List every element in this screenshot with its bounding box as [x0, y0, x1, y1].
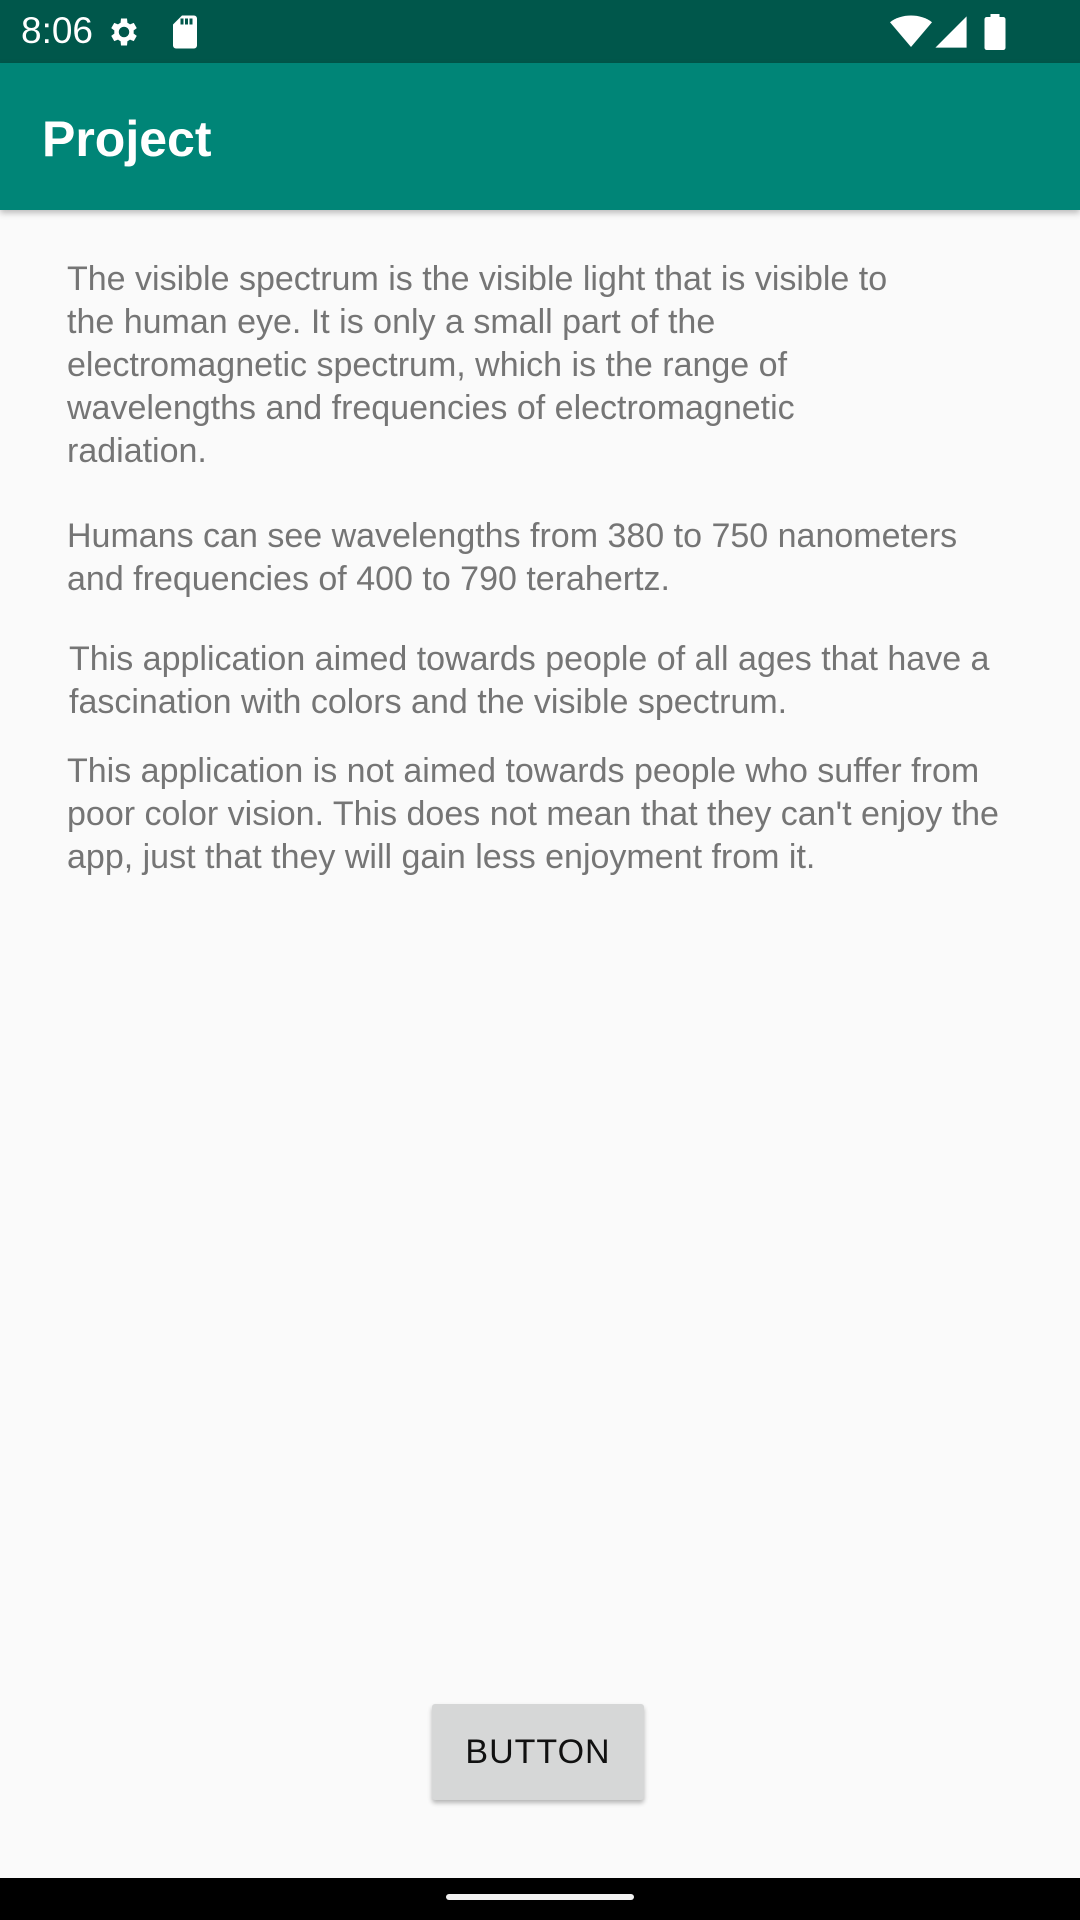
paragraph-human-wavelengths: Humans can see wavelengths from 380 to 7… [67, 517, 958, 598]
paragraph-color-vision-note: This application is not aimed towards pe… [67, 752, 999, 876]
app-title: Project [42, 111, 212, 167]
paragraph-visible-spectrum: The visible spectrum is the visible ligh… [67, 260, 888, 470]
wifi-icon [890, 15, 932, 47]
sd-card-icon [173, 15, 197, 49]
home-gesture-handle[interactable] [446, 1894, 634, 1900]
status-time: 8:06 [21, 10, 94, 51]
battery-icon [984, 14, 1006, 50]
main-button[interactable]: BUTTON [432, 1704, 644, 1800]
gear-icon [111, 18, 137, 46]
signal-icon [935, 16, 967, 48]
navigation-bar [0, 1878, 1080, 1920]
app-bar: Project [0, 63, 1080, 210]
status-bar: 8:06 [0, 0, 1080, 63]
paragraph-target-audience: This application aimed towards people of… [69, 640, 990, 721]
